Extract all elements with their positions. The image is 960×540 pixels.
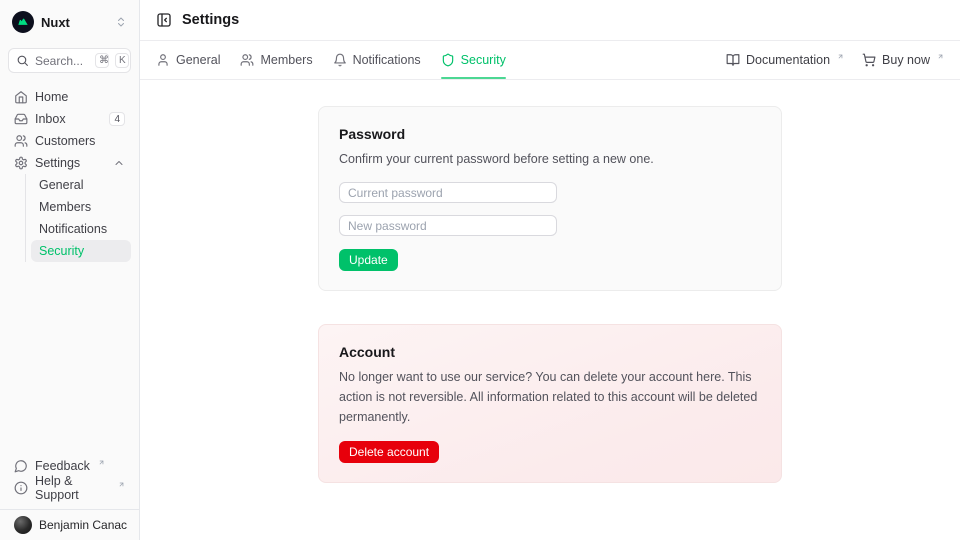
avatar	[14, 516, 32, 534]
tab-label: Notifications	[353, 53, 421, 67]
tab-general[interactable]: General	[156, 41, 220, 79]
external-link-icon	[937, 53, 944, 60]
feedback-label: Feedback	[35, 459, 90, 473]
new-password-input[interactable]	[339, 215, 557, 236]
sidebar-item-customers[interactable]: Customers	[8, 130, 131, 152]
external-link-icon	[98, 459, 105, 466]
chevron-up-icon	[113, 157, 125, 169]
update-password-button[interactable]: Update	[339, 249, 398, 271]
tab-members[interactable]: Members	[240, 41, 312, 79]
sidebar-item-security[interactable]: Security	[31, 240, 131, 262]
kbd-k: K	[115, 53, 129, 68]
inbox-icon	[14, 112, 28, 126]
sidebar-item-label: Inbox	[35, 112, 66, 126]
gear-icon	[14, 156, 28, 170]
password-card: Password Confirm your current password b…	[318, 106, 782, 291]
user-icon	[156, 53, 170, 67]
sidebar-footer: Feedback Help & Support	[8, 455, 131, 499]
sub-item-label: Notifications	[39, 222, 107, 236]
sidebar-item-label: Settings	[35, 156, 80, 170]
app-root: Nuxt Search... ⌘ K	[0, 0, 960, 540]
bell-icon	[333, 53, 347, 67]
sidebar-inner: Nuxt Search... ⌘ K	[0, 0, 139, 509]
tab-security[interactable]: Security	[441, 41, 506, 79]
search-icon	[16, 54, 29, 67]
documentation-link[interactable]: Documentation	[726, 53, 844, 67]
sidebar: Nuxt Search... ⌘ K	[0, 0, 140, 540]
sidebar-nav: Home Inbox 4 Customers	[8, 86, 131, 262]
user-menu[interactable]: Benjamin Canac	[0, 509, 139, 540]
main-header: Settings	[140, 0, 960, 41]
sub-item-label: Members	[39, 200, 91, 214]
users-icon	[14, 134, 28, 148]
sidebar-item-general[interactable]: General	[31, 174, 131, 196]
sidebar-item-label: Home	[35, 90, 68, 104]
buy-now-label: Buy now	[882, 53, 930, 67]
tab-label: Members	[260, 53, 312, 67]
help-support-label: Help & Support	[35, 474, 110, 502]
settings-security-content: Password Confirm your current password b…	[140, 80, 960, 540]
external-link-icon	[118, 481, 125, 488]
inbox-count-badge: 4	[109, 112, 125, 126]
user-name: Benjamin Canac	[39, 518, 127, 532]
sub-item-label: General	[39, 178, 83, 192]
shopping-cart-icon	[862, 53, 876, 67]
shield-icon	[441, 53, 455, 67]
tab-notifications[interactable]: Notifications	[333, 41, 421, 79]
buy-now-link[interactable]: Buy now	[862, 53, 944, 67]
workspace-name: Nuxt	[41, 15, 70, 30]
sub-item-label: Security	[39, 244, 84, 258]
page-title: Settings	[182, 12, 239, 28]
search-placeholder: Search...	[35, 54, 83, 68]
sidebar-item-notifications[interactable]: Notifications	[31, 218, 131, 240]
account-card-description: No longer want to use our service? You c…	[339, 367, 761, 427]
external-link-icon	[837, 53, 844, 60]
account-card-title: Account	[339, 344, 761, 360]
settings-submenu: General Members Notifications Security	[25, 174, 131, 262]
chevrons-up-down-icon	[115, 16, 127, 28]
password-card-title: Password	[339, 126, 761, 142]
sidebar-item-settings[interactable]: Settings	[8, 152, 131, 174]
sidebar-item-inbox[interactable]: Inbox 4	[8, 108, 131, 130]
kbd-meta: ⌘	[95, 53, 109, 68]
book-open-icon	[726, 53, 740, 67]
settings-tabbar: General Members Notifications Security	[140, 41, 960, 80]
account-card: Account No longer want to use our servic…	[318, 324, 782, 483]
message-circle-icon	[14, 459, 28, 473]
documentation-label: Documentation	[746, 53, 830, 67]
sidebar-item-members[interactable]: Members	[31, 196, 131, 218]
main-area: Settings General Members Notifications	[140, 0, 960, 540]
help-support-link[interactable]: Help & Support	[8, 477, 131, 499]
nuxt-logo-icon	[12, 11, 34, 33]
header-actions: Documentation Buy now	[726, 41, 944, 79]
sidebar-item-label: Customers	[35, 134, 95, 148]
sidebar-item-home[interactable]: Home	[8, 86, 131, 108]
current-password-input[interactable]	[339, 182, 557, 203]
tab-label: Security	[461, 53, 506, 67]
users-icon	[240, 53, 254, 67]
info-circle-icon	[14, 481, 28, 495]
tab-label: General	[176, 53, 220, 67]
delete-account-button[interactable]: Delete account	[339, 441, 439, 463]
password-card-description: Confirm your current password before set…	[339, 149, 761, 169]
search-input[interactable]: Search... ⌘ K	[8, 48, 131, 73]
workspace-switcher[interactable]: Nuxt	[8, 9, 131, 35]
collapse-sidebar-icon[interactable]	[156, 12, 172, 28]
home-icon	[14, 90, 28, 104]
